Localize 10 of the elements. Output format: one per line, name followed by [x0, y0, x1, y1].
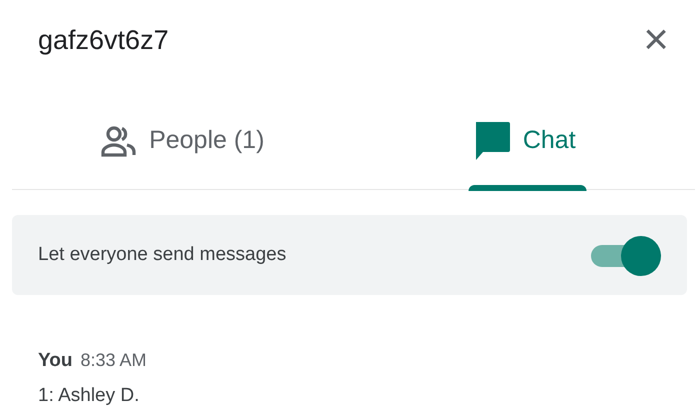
tab[interactable]: Chat	[354, 90, 695, 190]
setting-label: Let everyone send messages	[38, 242, 286, 267]
message-time: 8:33 AM	[80, 349, 147, 372]
tab[interactable]: People (1)	[12, 90, 354, 190]
sender-name: You	[38, 349, 72, 373]
people-icon	[101, 124, 138, 156]
close-button[interactable]: ×	[639, 18, 673, 62]
message-text: 1: Ashley D.	[38, 384, 140, 408]
toggle-switch[interactable]	[589, 235, 661, 275]
meeting-title: gafz6vt6z7	[38, 24, 169, 57]
